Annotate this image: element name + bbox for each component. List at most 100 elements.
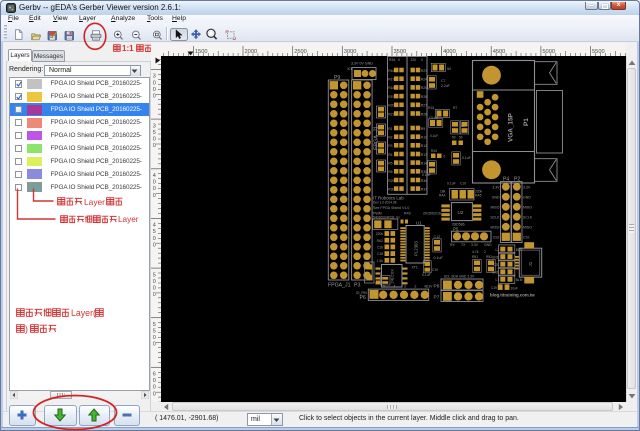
svg-text:0: 0 bbox=[153, 180, 156, 186]
svg-text:0: 0 bbox=[153, 137, 156, 143]
svg-text:U2: U2 bbox=[458, 210, 464, 215]
svg-text:+3.3V: +3.3V bbox=[424, 285, 433, 289]
svg-text:6: 6 bbox=[153, 372, 156, 378]
svg-text:0: 0 bbox=[153, 94, 156, 100]
svg-text:C7: C7 bbox=[441, 79, 445, 83]
svg-text:R24: R24 bbox=[421, 78, 427, 82]
svg-text:0.1uF: 0.1uF bbox=[447, 182, 456, 186]
svg-text:0.1uF: 0.1uF bbox=[430, 134, 438, 138]
svg-text:C15: C15 bbox=[432, 268, 438, 272]
svg-text:50: 50 bbox=[452, 136, 456, 140]
svg-text:C16: C16 bbox=[377, 246, 383, 250]
svg-text:50: 50 bbox=[459, 136, 463, 140]
svg-text:GND: GND bbox=[492, 196, 500, 200]
svg-text:4: 4 bbox=[153, 173, 156, 179]
svg-text:P9: P9 bbox=[334, 75, 340, 81]
svg-text:0: 0 bbox=[153, 193, 156, 199]
svg-text:0: 0 bbox=[398, 58, 400, 62]
svg-text:GND: GND bbox=[492, 271, 500, 275]
svg-text:5: 5 bbox=[153, 329, 156, 335]
svg-text:CS2: CS2 bbox=[493, 236, 500, 240]
svg-text:0: 0 bbox=[153, 279, 156, 285]
svg-text:GND: GND bbox=[492, 255, 500, 259]
svg-text:XT1: XT1 bbox=[412, 266, 418, 270]
svg-text:4500: 4500 bbox=[493, 49, 506, 55]
svg-text:RA5: RA5 bbox=[475, 194, 482, 198]
svg-text:2500: 2500 bbox=[294, 49, 307, 55]
svg-text:C18: C18 bbox=[377, 252, 383, 256]
svg-text:0.1uF: 0.1uF bbox=[422, 273, 431, 277]
svg-text:5500: 5500 bbox=[592, 49, 605, 55]
svg-text:R16: R16 bbox=[388, 69, 394, 73]
svg-text:R9: R9 bbox=[421, 127, 425, 131]
svg-text:MISO: MISO bbox=[523, 206, 532, 210]
svg-text:3.3V: 3.3V bbox=[523, 186, 531, 190]
svg-text:4000: 4000 bbox=[443, 49, 456, 55]
svg-text:R5: R5 bbox=[388, 161, 392, 165]
svg-text:5: 5 bbox=[383, 285, 385, 289]
svg-text:R27: R27 bbox=[421, 104, 427, 108]
svg-text:SCLK: SCLK bbox=[523, 216, 533, 220]
svg-text:0: 0 bbox=[153, 335, 156, 341]
svg-text:R19: R19 bbox=[388, 95, 394, 99]
svg-text:3: 3 bbox=[153, 123, 156, 129]
svg-text:2: 2 bbox=[484, 250, 486, 254]
svg-text:MOSI: MOSI bbox=[491, 226, 500, 230]
svg-text:VGA_15P: VGA_15P bbox=[508, 112, 515, 142]
svg-text:BLM: BLM bbox=[516, 278, 523, 282]
svg-text:0: 0 bbox=[421, 58, 423, 62]
svg-text:P3: P3 bbox=[354, 283, 360, 289]
svg-text:3000: 3000 bbox=[344, 49, 357, 55]
svg-text:0: 0 bbox=[153, 87, 156, 93]
svg-text:C20: C20 bbox=[493, 263, 499, 267]
svg-text:See FPGA Shield V1.0: See FPGA Shield V1.0 bbox=[373, 206, 409, 210]
svg-text:3.3V: 3.3V bbox=[492, 186, 500, 190]
svg-text:R4: R4 bbox=[388, 153, 392, 157]
svg-text:R30: R30 bbox=[388, 187, 394, 191]
svg-text:R36: R36 bbox=[421, 179, 427, 183]
svg-text:P7: P7 bbox=[434, 295, 440, 301]
svg-text:0.1uF: 0.1uF bbox=[462, 156, 471, 160]
svg-text:U1: U1 bbox=[416, 221, 422, 226]
svg-text:RA2: RA2 bbox=[377, 239, 384, 243]
svg-text:5: 5 bbox=[153, 229, 156, 235]
svg-text:0: 0 bbox=[153, 80, 156, 86]
svg-text:0: 0 bbox=[153, 385, 156, 391]
svg-text:C19: C19 bbox=[491, 286, 497, 290]
svg-text:PL2303: PL2303 bbox=[414, 241, 419, 256]
svg-text:GND: GND bbox=[523, 196, 531, 200]
svg-text:R20: R20 bbox=[388, 104, 394, 108]
svg-text:RX: RX bbox=[450, 243, 455, 247]
svg-text:R49: R49 bbox=[404, 212, 411, 216]
svg-text:4.7k: 4.7k bbox=[472, 250, 479, 254]
svg-text:R23: R23 bbox=[421, 69, 427, 73]
svg-text:TX: TX bbox=[461, 243, 466, 247]
svg-text:P6: P6 bbox=[360, 295, 366, 301]
svg-text:R10: R10 bbox=[421, 136, 427, 140]
svg-text:0: 0 bbox=[153, 186, 156, 192]
svg-text:3: 3 bbox=[404, 285, 406, 289]
svg-text:2015/02/16: 2015/02/16 bbox=[423, 212, 441, 216]
svg-text:C12: C12 bbox=[434, 235, 441, 239]
svg-text:0.1uF: 0.1uF bbox=[422, 173, 431, 177]
svg-text:5: 5 bbox=[153, 272, 156, 278]
svg-text:1500: 1500 bbox=[195, 49, 208, 55]
svg-text:R29: R29 bbox=[388, 179, 394, 183]
svg-text:R13: R13 bbox=[421, 153, 427, 157]
svg-text:220: 220 bbox=[411, 58, 417, 62]
svg-text:R1: R1 bbox=[388, 127, 392, 131]
svg-text:R12: R12 bbox=[421, 144, 427, 148]
svg-text:0.1uF: 0.1uF bbox=[434, 256, 444, 260]
svg-text:0: 0 bbox=[153, 378, 156, 384]
svg-text:R7: R7 bbox=[453, 106, 457, 110]
svg-text:R2: R2 bbox=[388, 136, 392, 140]
svg-text:X1: X1 bbox=[364, 257, 368, 261]
svg-text:P8: P8 bbox=[434, 284, 440, 290]
svg-text:0: 0 bbox=[153, 143, 156, 149]
svg-text:R26: R26 bbox=[421, 95, 427, 99]
svg-text:L1: L1 bbox=[495, 278, 499, 282]
svg-text:R25: R25 bbox=[421, 86, 427, 90]
svg-text:0: 0 bbox=[153, 391, 156, 397]
svg-text:blog.ittraining.com.tw: blog.ittraining.com.tw bbox=[490, 293, 535, 298]
svg-text:CS1: CS1 bbox=[523, 236, 530, 240]
